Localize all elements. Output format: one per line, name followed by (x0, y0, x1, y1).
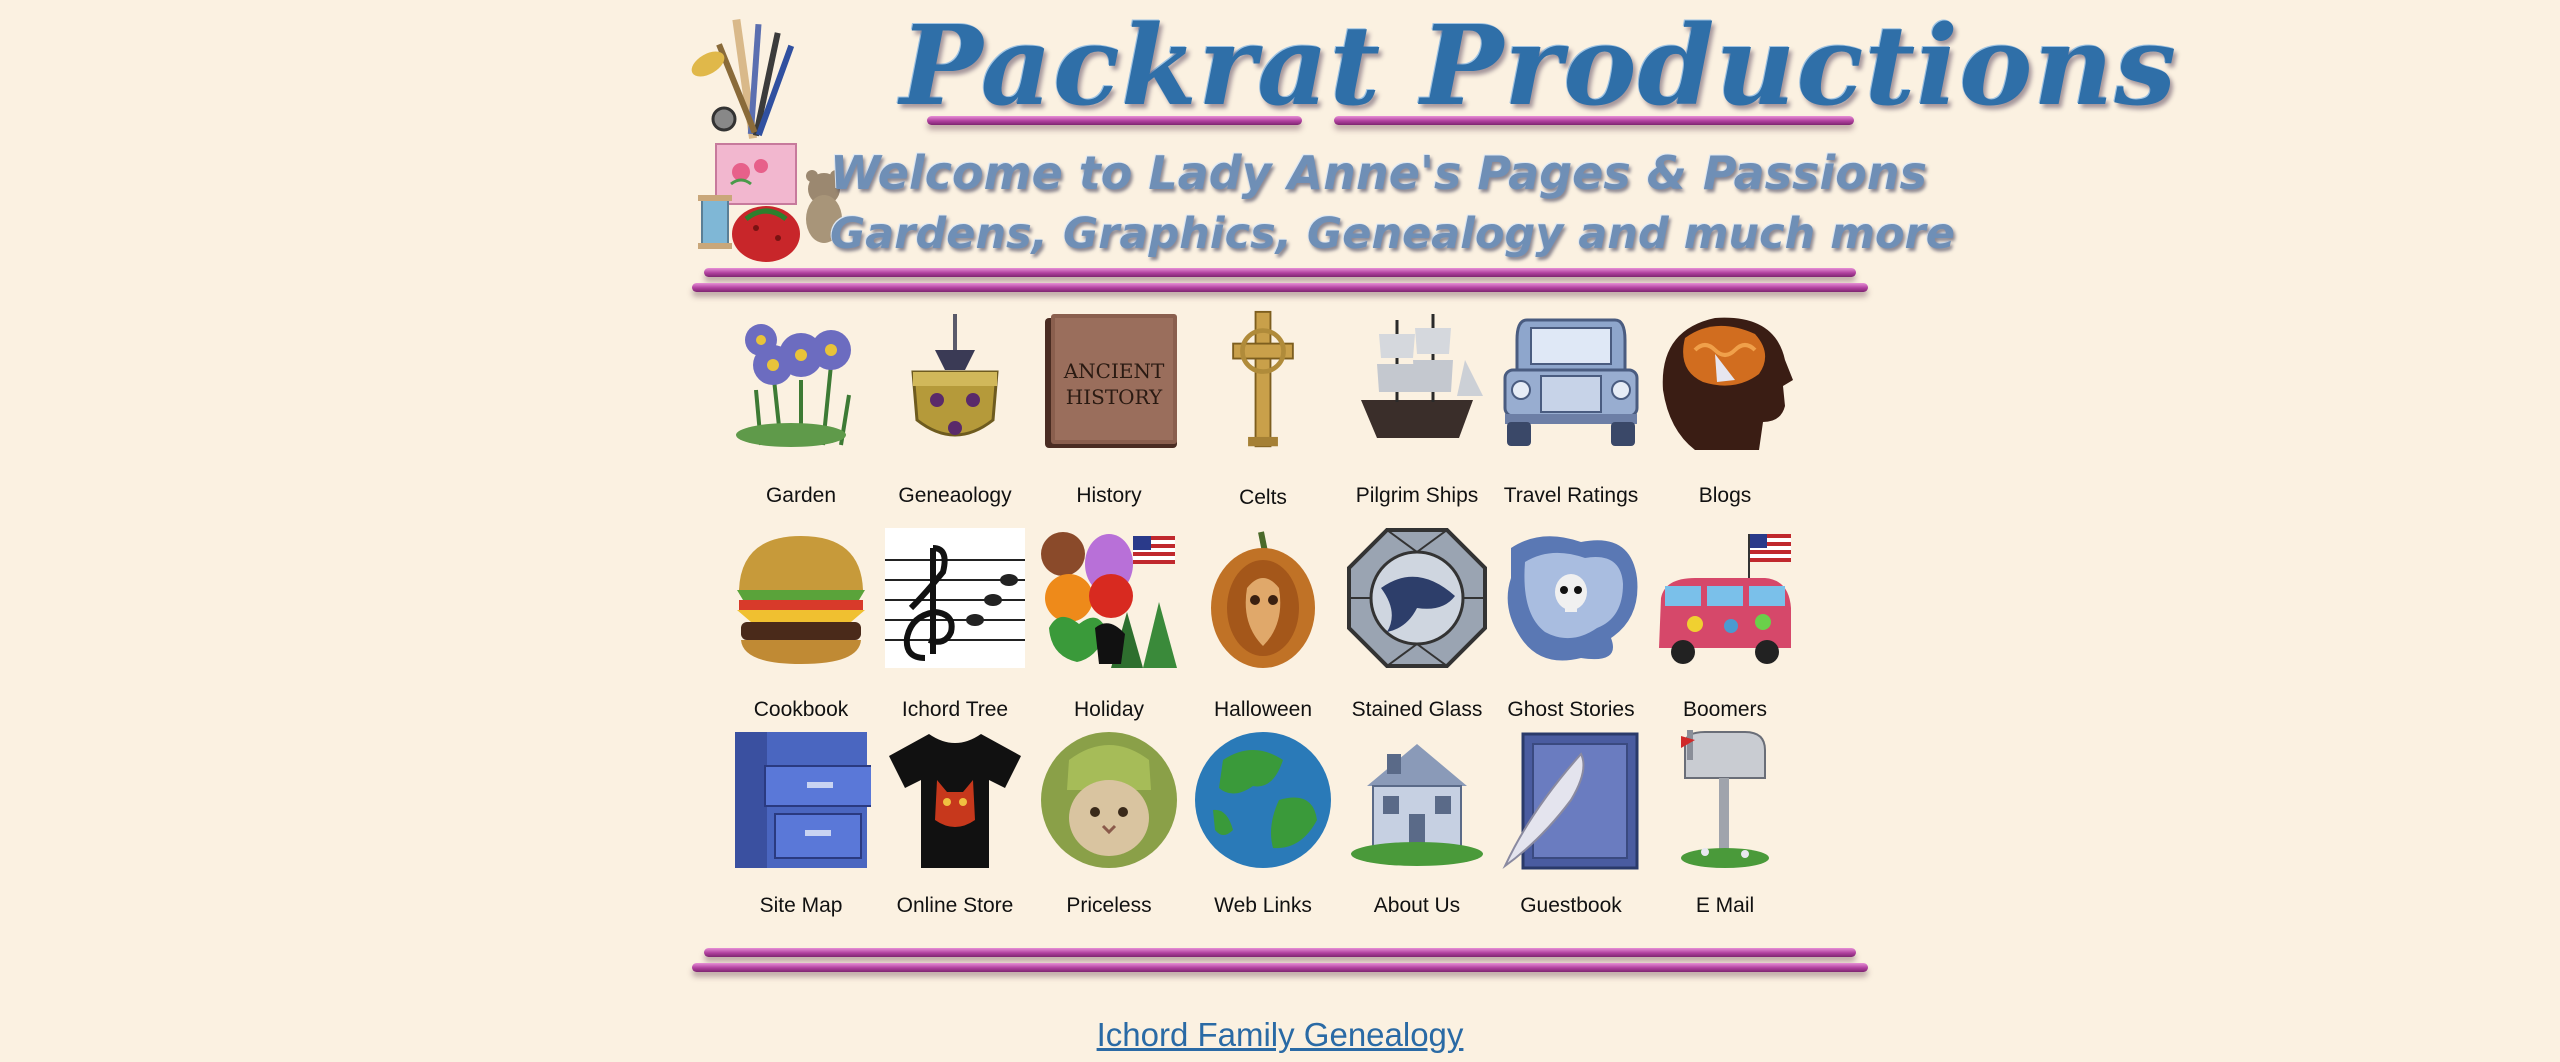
mailbox-icon[interactable] (1655, 730, 1795, 870)
nav-item-online-store[interactable]: Online Store (880, 730, 1030, 930)
holiday-collage-icon[interactable] (1039, 528, 1179, 668)
ghost-skull-icon[interactable] (1501, 528, 1641, 668)
nav-item-label[interactable]: Online Store (870, 894, 1040, 918)
nav-item-label[interactable]: E Mail (1640, 894, 1810, 918)
book-text-line-1: ANCIENT (1063, 359, 1165, 383)
nav-item-label[interactable]: Cookbook (716, 698, 886, 722)
house-icon[interactable] (1347, 730, 1487, 870)
ship-icon[interactable] (1347, 310, 1487, 450)
cat-icon[interactable] (1039, 730, 1179, 870)
book-text-line-2: HISTORY (1066, 385, 1163, 409)
ancient-history-book-icon[interactable]: ANCIENT HISTORY (1039, 310, 1179, 450)
file-cabinet-icon[interactable] (731, 730, 871, 870)
guestbook-quill-icon[interactable] (1501, 730, 1641, 870)
truck-icon[interactable] (1501, 310, 1641, 450)
page: Packrat Productions Welcome to Lady Anne… (680, 0, 2178, 1062)
nav-item-e-mail[interactable]: E Mail (1650, 730, 1800, 930)
header-banner: Packrat Productions Welcome to Lady Anne… (680, 0, 2178, 300)
nav-item-label[interactable]: About Us (1332, 894, 1502, 918)
welcome-heading: Welcome to Lady Anne's Pages & Passions (830, 146, 1927, 200)
nav-item-blogs[interactable]: Blogs (1650, 310, 1800, 510)
title-underline-left (927, 116, 1302, 125)
nav-item-geneaology[interactable]: Geneaology (880, 310, 1030, 510)
nav-item-label[interactable]: Travel Ratings (1486, 484, 1656, 508)
nav-item-priceless[interactable]: Priceless (1034, 730, 1184, 930)
footer-divider-bottom (692, 963, 1868, 972)
nav-item-about-us[interactable]: About Us (1342, 730, 1492, 930)
nav-item-ichord-tree[interactable]: Ichord Tree (880, 528, 1030, 728)
nav-item-label[interactable]: Priceless (1024, 894, 1194, 918)
nav-item-holiday[interactable]: Holiday (1034, 528, 1184, 728)
site-title: Packrat Productions (900, 1, 2178, 130)
nav-item-label[interactable]: Pilgrim Ships (1332, 484, 1502, 508)
hippie-van-icon[interactable] (1655, 528, 1795, 668)
nav-item-pilgrim-ships[interactable]: Pilgrim Ships (1342, 310, 1492, 510)
footer-divider-top (704, 948, 1856, 957)
nav-item-celts[interactable]: Celts (1188, 310, 1338, 510)
tshirt-icon[interactable] (885, 730, 1025, 870)
nav-item-label[interactable]: Ghost Stories (1486, 698, 1656, 722)
nav-item-label[interactable]: Garden (716, 484, 886, 508)
tagline-heading: Gardens, Graphics, Genealogy and much mo… (830, 209, 1955, 259)
nav-item-label[interactable]: Geneaology (870, 484, 1040, 508)
globe-icon[interactable] (1193, 730, 1333, 870)
nav-item-label[interactable]: Web Links (1178, 894, 1348, 918)
flower-icon[interactable] (731, 310, 871, 450)
nav-item-label[interactable]: Celts (1178, 486, 1348, 510)
nav-item-label[interactable]: Site Map (716, 894, 886, 918)
nav-item-travel-ratings[interactable]: Travel Ratings (1496, 310, 1646, 510)
nav-item-cookbook[interactable]: Cookbook (726, 528, 876, 728)
nav-item-label[interactable]: Ichord Tree (870, 698, 1040, 722)
pumpkin-icon[interactable] (1193, 528, 1333, 668)
coat-of-arms-icon[interactable] (885, 310, 1025, 450)
nav-item-label[interactable]: Guestbook (1486, 894, 1656, 918)
burger-icon[interactable] (731, 528, 871, 668)
nav-item-label[interactable]: History (1024, 484, 1194, 508)
nav-item-web-links[interactable]: Web Links (1188, 730, 1338, 930)
nav-item-label[interactable]: Boomers (1640, 698, 1810, 722)
title-underline-right (1334, 116, 1854, 125)
nav-item-history[interactable]: ANCIENT HISTORY History (1034, 310, 1184, 510)
nav-item-garden[interactable]: Garden (726, 310, 876, 510)
nav-item-stained-glass[interactable]: Stained Glass (1342, 528, 1492, 728)
header-divider-bottom (692, 283, 1868, 292)
ichord-family-genealogy-link[interactable]: Ichord Family Genealogy (680, 1016, 1880, 1054)
nav-item-label[interactable]: Stained Glass (1332, 698, 1502, 722)
nav-item-ghost-stories[interactable]: Ghost Stories (1496, 528, 1646, 728)
nav-item-guestbook[interactable]: Guestbook (1496, 730, 1646, 930)
nav-item-label[interactable]: Blogs (1640, 484, 1810, 508)
nav-item-label[interactable]: Holiday (1024, 698, 1194, 722)
nav-item-boomers[interactable]: Boomers (1650, 528, 1800, 728)
nav-item-site-map[interactable]: Site Map (726, 730, 876, 930)
nav-item-label[interactable]: Halloween (1178, 698, 1348, 722)
treble-clef-icon[interactable] (885, 528, 1025, 668)
celtic-cross-icon[interactable] (1193, 310, 1333, 450)
pencil-cup-icon (686, 14, 846, 266)
brain-head-icon[interactable] (1655, 310, 1795, 450)
header-divider-top (704, 268, 1856, 277)
nav-item-halloween[interactable]: Halloween (1188, 528, 1338, 728)
stained-glass-icon[interactable] (1347, 528, 1487, 668)
